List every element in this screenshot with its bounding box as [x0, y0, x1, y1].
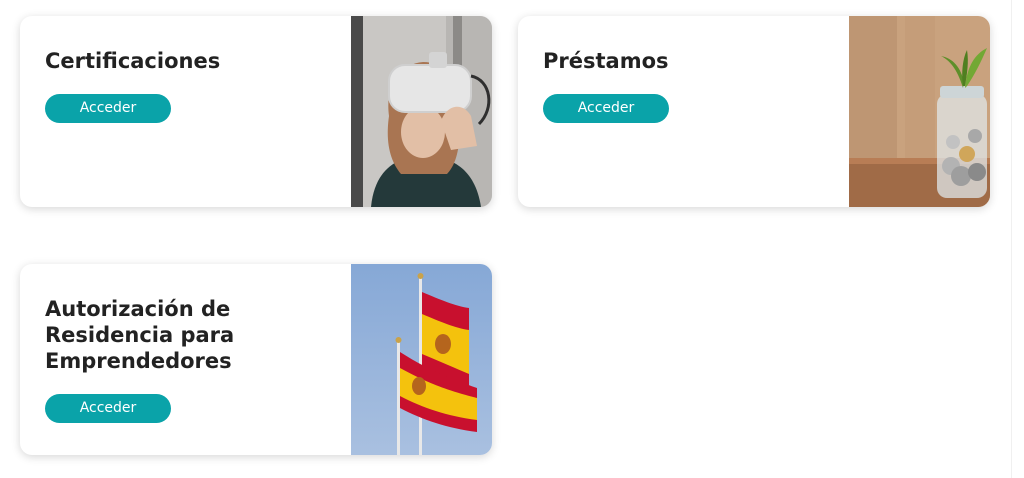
card-title: Autorización de Residencia para Emprende… — [45, 297, 235, 373]
spanish-flags-image — [351, 264, 492, 455]
coin-jar-image — [849, 16, 990, 207]
card-prestamos[interactable]: Préstamos Acceder — [518, 16, 990, 207]
card-text: Autorización de Residencia para Emprende… — [45, 296, 335, 423]
card-title: Certificaciones — [45, 49, 221, 73]
vr-headset-image — [351, 16, 492, 207]
page: Certificaciones Acceder Préstamos Accede… — [0, 0, 1024, 478]
acceder-button[interactable]: Acceder — [543, 94, 669, 123]
card-text: Préstamos Acceder — [543, 48, 833, 123]
card-text: Certificaciones Acceder — [45, 48, 335, 123]
card-certificaciones[interactable]: Certificaciones Acceder — [20, 16, 492, 207]
card-title: Préstamos — [543, 49, 669, 73]
acceder-button[interactable]: Acceder — [45, 394, 171, 423]
card-autorizacion-residencia[interactable]: Autorización de Residencia para Emprende… — [20, 264, 492, 455]
scroll-edge — [1011, 0, 1024, 478]
acceder-button[interactable]: Acceder — [45, 94, 171, 123]
